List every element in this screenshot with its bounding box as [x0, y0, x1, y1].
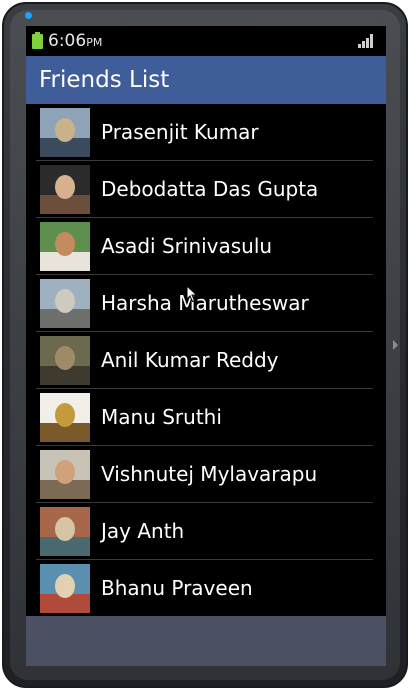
status-time-ampm: PM [86, 36, 103, 49]
app-title: Friends List [39, 67, 170, 93]
friend-name: Prasenjit Kumar [101, 120, 259, 144]
avatar [40, 507, 90, 556]
friend-row[interactable]: Manu Sruthi [26, 389, 386, 446]
friend-name: Asadi Srinivasulu [101, 234, 273, 258]
side-arrow-icon [393, 340, 398, 350]
avatar [40, 165, 90, 214]
friend-row[interactable]: Prasenjit Kumar [26, 104, 386, 161]
friend-row[interactable]: Anil Kumar Reddy [26, 332, 386, 389]
avatar [40, 393, 90, 442]
avatar [40, 279, 90, 328]
battery-icon [32, 32, 43, 49]
status-time-value: 6:06 [48, 31, 87, 51]
status-time: 6:06PM [48, 29, 102, 55]
friends-list[interactable]: Prasenjit Kumar Debodatta Das Gupta Asadi … [26, 104, 386, 617]
friend-name: Bhanu Praveen [101, 576, 253, 600]
mouse-cursor-icon [186, 285, 198, 303]
friend-row[interactable]: Asadi Srinivasulu [26, 218, 386, 275]
friend-name: Vishnutej Mylavarapu [101, 462, 318, 486]
status-bar: 6:06PM [26, 26, 386, 56]
friend-name: Debodatta Das Gupta [101, 177, 319, 201]
app-bar: Friends List [26, 56, 386, 104]
avatar [40, 336, 90, 385]
avatar [40, 222, 90, 271]
avatar [40, 564, 90, 613]
phone-screen: 6:06PM Friends List Prasenjit Kumar Debod… [26, 26, 386, 666]
friend-name: Manu Sruthi [101, 405, 222, 429]
friend-row[interactable]: Debodatta Das Gupta [26, 161, 386, 218]
friend-name: Harsha Marutheswar [101, 291, 309, 315]
avatar [40, 450, 90, 499]
friend-row[interactable]: Vishnutej Mylavarapu [26, 446, 386, 503]
friend-name: Jay Anth [101, 519, 185, 543]
friend-name: Anil Kumar Reddy [101, 348, 279, 372]
signal-icon [358, 34, 374, 48]
notification-led [25, 12, 32, 19]
friend-row[interactable]: Harsha Marutheswar [26, 275, 386, 332]
friend-row[interactable]: Bhanu Praveen [26, 560, 386, 617]
bottom-bar [26, 616, 386, 666]
friend-row[interactable]: Jay Anth [26, 503, 386, 560]
avatar [40, 108, 90, 157]
